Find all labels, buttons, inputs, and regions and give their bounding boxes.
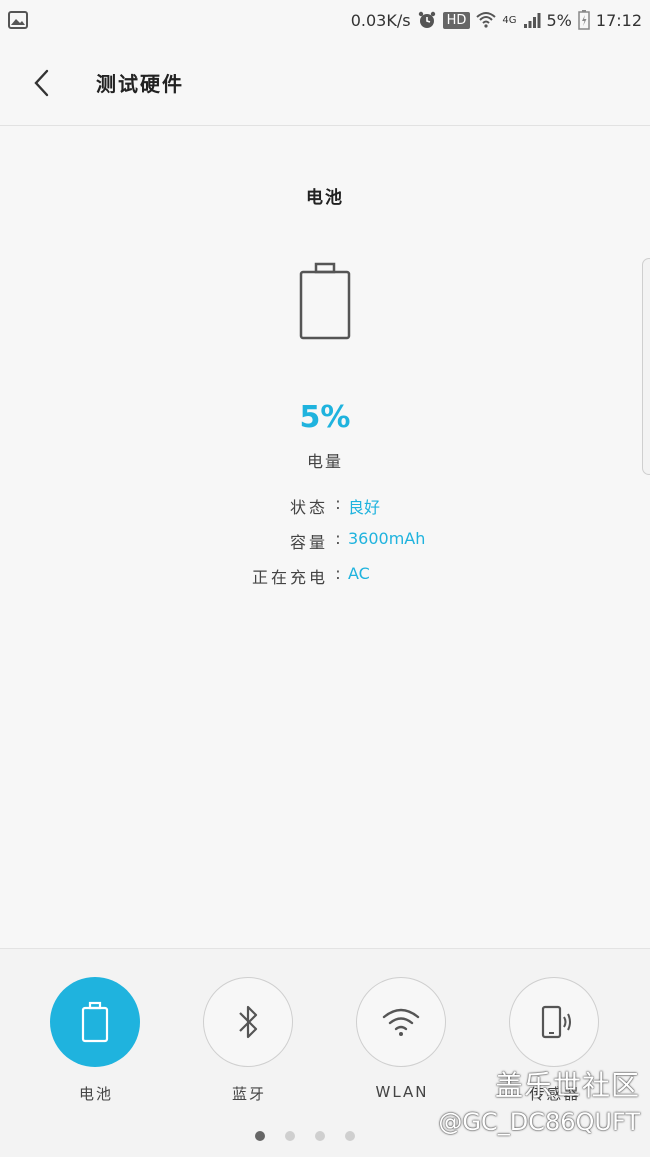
info-value: 3600mAh xyxy=(348,529,426,548)
feature-button-bluetooth[interactable] xyxy=(203,977,293,1067)
info-value: 良好 xyxy=(348,498,381,517)
feature-button-battery[interactable] xyxy=(50,977,140,1067)
gallery-icon xyxy=(8,11,28,29)
page-dot[interactable] xyxy=(315,1131,325,1141)
info-label: 正在充电 xyxy=(251,568,328,587)
info-colon: : xyxy=(335,529,341,548)
status-bar: 0.03K/s HD 4G 5% 17:12 xyxy=(0,0,650,40)
watermark-brand: 盖乐世社区 xyxy=(494,1069,640,1102)
back-button[interactable] xyxy=(22,63,62,103)
info-row-capacity: 容量 : 3600mAh xyxy=(0,529,650,553)
network-type: 4G xyxy=(502,14,517,26)
page-dot[interactable] xyxy=(285,1131,295,1141)
section-title: 电池 xyxy=(306,188,344,208)
page-dot-active[interactable] xyxy=(255,1131,265,1141)
chevron-left-icon xyxy=(34,69,49,96)
feature-wlan[interactable]: WLAN xyxy=(356,977,448,1101)
feature-button-wlan[interactable] xyxy=(356,977,446,1067)
wifi-icon xyxy=(382,1008,420,1036)
battery-icon xyxy=(81,1001,109,1043)
hd-badge: HD xyxy=(442,11,471,29)
battery-percent-label: 电量 xyxy=(306,452,343,471)
battery-percent-value: 5% xyxy=(299,400,351,435)
page-dot[interactable] xyxy=(345,1131,355,1141)
info-value: AC xyxy=(348,564,370,583)
status-right: 0.03K/s HD 4G 5% 17:12 xyxy=(351,10,642,30)
info-row-status: 状态 : 良好 xyxy=(0,494,650,518)
info-colon: : xyxy=(335,494,341,513)
battery-large-icon xyxy=(296,262,354,346)
info-label: 状态 xyxy=(289,498,328,517)
edge-panel-handle[interactable] xyxy=(642,258,650,475)
signal-icon xyxy=(523,11,541,29)
watermark: 盖乐世社区 @GC_DC86QUFT xyxy=(438,1064,640,1136)
info-label: 容量 xyxy=(289,533,328,552)
battery-status-icon xyxy=(578,10,590,30)
bluetooth-icon xyxy=(239,1005,258,1039)
info-row-charging: 正在充电 : AC xyxy=(0,564,650,588)
clock: 17:12 xyxy=(595,10,642,30)
app-header: 测试硬件 xyxy=(0,40,650,126)
feature-button-sensor[interactable] xyxy=(509,977,599,1067)
alarm-icon xyxy=(417,10,437,30)
feature-label: 电池 xyxy=(78,1085,113,1103)
feature-label: 蓝牙 xyxy=(231,1085,266,1103)
feature-bluetooth[interactable]: 蓝牙 xyxy=(203,977,295,1104)
info-colon: : xyxy=(335,564,341,583)
feature-label: WLAN xyxy=(375,1083,429,1101)
phone-vibrate-icon xyxy=(541,1005,571,1039)
watermark-user: @GC_DC86QUFT xyxy=(438,1108,640,1136)
wifi-status-icon xyxy=(476,11,497,29)
page-title: 测试硬件 xyxy=(96,72,184,96)
network-speed: 0.03K/s xyxy=(350,10,411,30)
battery-percent-status: 5% xyxy=(546,10,572,30)
status-left xyxy=(8,11,28,29)
feature-battery[interactable]: 电池 xyxy=(50,977,142,1104)
